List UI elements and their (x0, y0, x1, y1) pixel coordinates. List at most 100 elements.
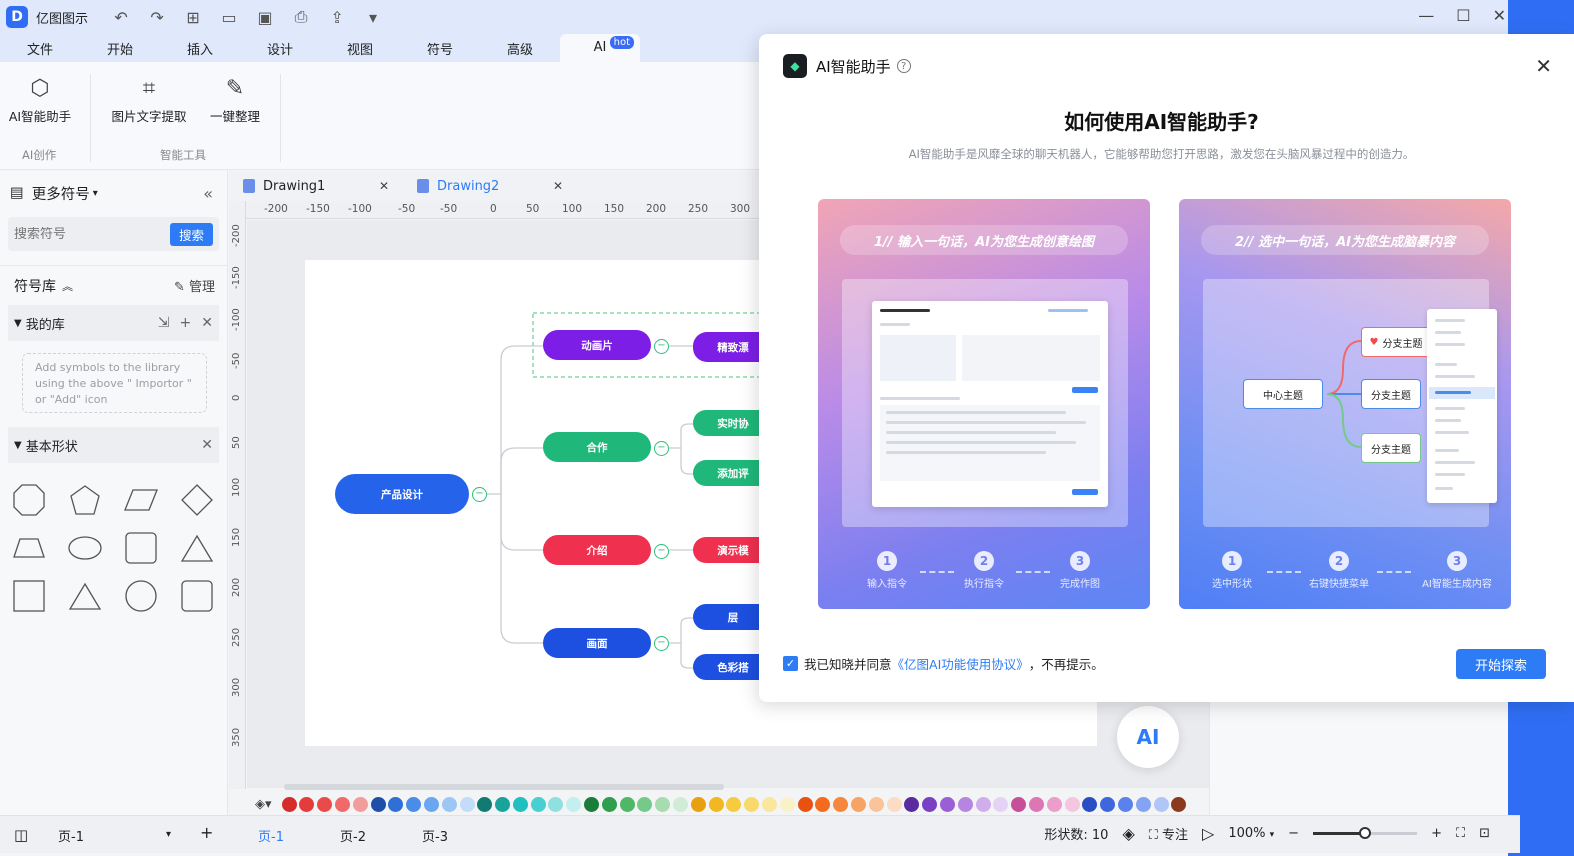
fill-bucket-icon[interactable]: ◈▾ (255, 797, 272, 812)
color-swatch[interactable] (673, 796, 689, 812)
color-swatch[interactable] (744, 796, 760, 812)
color-swatch[interactable] (1064, 796, 1080, 812)
zoom-select[interactable]: 100% ▾ (1228, 826, 1274, 841)
menu-view[interactable]: 视图 (320, 39, 400, 58)
color-swatch[interactable] (601, 796, 617, 812)
color-swatch[interactable] (655, 796, 671, 812)
agreement-link[interactable]: 《亿图AI功能使用协议》 (892, 654, 1029, 673)
chevron-down-icon[interactable]: ▾ (93, 188, 98, 199)
color-swatch[interactable] (317, 796, 333, 812)
page-tab-2[interactable]: 页-2 (340, 826, 366, 845)
color-swatch[interactable] (815, 796, 831, 812)
redo-icon[interactable]: ↷ (146, 8, 168, 27)
close-icon[interactable]: ✕ (201, 437, 213, 453)
color-swatch[interactable] (940, 796, 956, 812)
color-swatch[interactable] (584, 796, 600, 812)
one-click-organize-button[interactable]: ✎ 一键整理 (206, 72, 264, 125)
color-swatch[interactable] (886, 796, 902, 812)
search-button[interactable]: 搜索 (169, 223, 213, 246)
menu-symbol[interactable]: 符号 (400, 39, 480, 58)
color-swatch[interactable] (1011, 796, 1027, 812)
color-swatch[interactable] (797, 796, 813, 812)
mindmap-branch-node[interactable]: 动画片 (543, 330, 651, 360)
fit-screen-icon[interactable]: ⛶ (1456, 826, 1465, 841)
zoom-out-icon[interactable]: − (1288, 826, 1299, 841)
color-swatch[interactable] (281, 796, 297, 812)
menu-insert[interactable]: 插入 (160, 39, 240, 58)
collapse-panel-icon[interactable]: « (203, 184, 213, 203)
menu-ai[interactable]: AI hot (560, 34, 640, 62)
menu-file[interactable]: 文件 (0, 39, 80, 58)
menu-advanced[interactable]: 高级 (480, 39, 560, 58)
color-swatch[interactable] (406, 796, 422, 812)
color-swatch[interactable] (1100, 796, 1116, 812)
mindmap-center-node[interactable]: 产品设计 (335, 474, 469, 514)
undo-icon[interactable]: ↶ (110, 8, 132, 27)
color-swatch[interactable] (922, 796, 938, 812)
more-symbols-title[interactable]: 更多符号 (32, 183, 90, 204)
zoom-in-icon[interactable]: + (1431, 826, 1442, 841)
triangle-shape[interactable] (57, 577, 113, 615)
help-icon[interactable]: ? (896, 59, 911, 73)
color-swatch[interactable] (975, 796, 991, 812)
print-icon[interactable]: ⎙ (290, 7, 312, 27)
add-icon[interactable]: + (180, 315, 192, 331)
menu-design[interactable]: 设计 (240, 39, 320, 58)
minimize-icon[interactable]: — (1418, 6, 1434, 25)
color-swatch[interactable] (637, 796, 653, 812)
close-window-icon[interactable]: ✕ (1493, 6, 1506, 25)
color-swatch[interactable] (423, 796, 439, 812)
color-swatch[interactable] (441, 796, 457, 812)
page-panel-icon[interactable]: ◫ (14, 826, 28, 844)
rounded-square-shape[interactable] (169, 577, 225, 615)
color-swatch[interactable] (1082, 796, 1098, 812)
tab-drawing1[interactable]: Drawing1 ✕ (229, 171, 403, 201)
zoom-slider[interactable] (1313, 827, 1418, 839)
ai-assistant-button[interactable]: ⬡ AI智能助手 (6, 72, 74, 125)
color-swatch[interactable] (762, 796, 778, 812)
diamond-shape[interactable] (169, 481, 225, 519)
color-swatch[interactable] (708, 796, 724, 812)
import-icon[interactable]: ⇲ (158, 315, 170, 331)
horizontal-scrollbar[interactable] (284, 784, 724, 790)
color-swatch[interactable] (833, 796, 849, 812)
color-swatch[interactable] (690, 796, 706, 812)
color-swatch[interactable] (993, 796, 1009, 812)
basic-shapes-section[interactable]: ▼ 基本形状 ✕ (8, 427, 219, 463)
focus-mode-button[interactable]: ⛶ 专注 (1149, 824, 1188, 843)
fit-page-icon[interactable]: ⊡ (1479, 826, 1490, 841)
open-folder-icon[interactable]: ▭ (218, 8, 240, 27)
color-swatch[interactable] (548, 796, 564, 812)
parallelogram-shape[interactable] (113, 481, 169, 519)
add-page-icon[interactable]: + (200, 823, 213, 842)
new-icon[interactable]: ⊞ (182, 8, 204, 27)
ellipse-shape[interactable] (57, 529, 113, 567)
my-library-section[interactable]: ▼ 我的库 ⇲ + ✕ (8, 305, 219, 341)
mindmap-branch-node[interactable]: 合作 (543, 432, 651, 462)
manage-button[interactable]: ✎ 管理 (174, 276, 215, 295)
color-swatch[interactable] (1046, 796, 1062, 812)
tab-drawing2[interactable]: Drawing2 ✕ (403, 171, 577, 201)
menu-start[interactable]: 开始 (80, 39, 160, 58)
mindmap-branch-node[interactable]: 介绍 (543, 535, 651, 565)
color-swatch[interactable] (726, 796, 742, 812)
trapezoid-shape[interactable] (1, 529, 57, 567)
rounded-square-shape[interactable] (113, 529, 169, 567)
symbol-search-input[interactable] (14, 226, 154, 242)
triangle-shape[interactable] (169, 529, 225, 567)
square-shape[interactable] (1, 577, 57, 615)
ai-floating-button[interactable]: AI (1117, 706, 1179, 768)
export-icon[interactable]: ⇪ (326, 8, 348, 27)
maximize-icon[interactable]: ☐ (1456, 6, 1470, 25)
mindmap-branch-node[interactable]: 画面 (543, 628, 651, 658)
color-swatch[interactable] (299, 796, 315, 812)
color-swatch[interactable] (779, 796, 795, 812)
close-icon[interactable]: ✕ (201, 315, 213, 331)
octagon-shape[interactable] (1, 481, 57, 519)
play-icon[interactable]: ▷ (1202, 824, 1214, 843)
page-tab-1[interactable]: 页-1 (258, 826, 284, 845)
color-swatch[interactable] (566, 796, 582, 812)
save-icon[interactable]: ▣ (254, 8, 276, 27)
circle-shape[interactable] (113, 577, 169, 615)
color-swatch[interactable] (352, 796, 368, 812)
